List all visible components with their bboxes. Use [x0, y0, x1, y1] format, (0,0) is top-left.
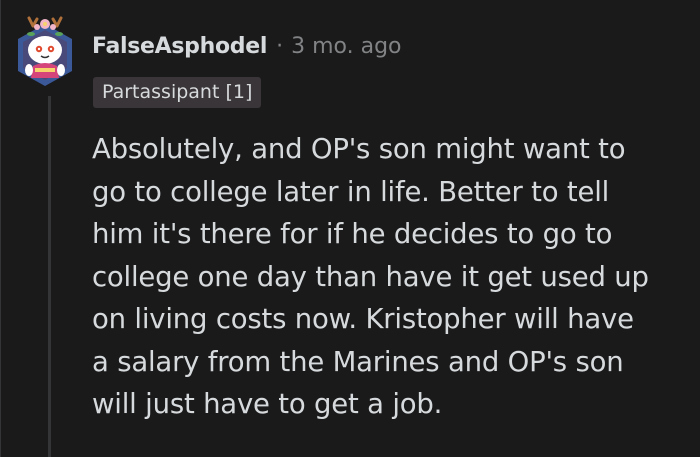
comment-collapse-line[interactable] — [48, 96, 51, 457]
comment-body: Absolutely, and OP's son might want to g… — [92, 133, 649, 420]
meta-separator: · — [276, 33, 284, 59]
thread-line[interactable] — [0, 0, 1, 457]
author-username[interactable]: FalseAsphodel — [92, 34, 267, 59]
avatar[interactable] — [13, 16, 77, 90]
comment-header: FalseAsphodel · 3 mo. ago — [92, 31, 402, 61]
snoo-avatar-icon — [18, 16, 72, 86]
comment-timestamp[interactable]: 3 mo. ago — [291, 34, 401, 59]
user-flair: Partassipant [1] — [93, 77, 262, 108]
